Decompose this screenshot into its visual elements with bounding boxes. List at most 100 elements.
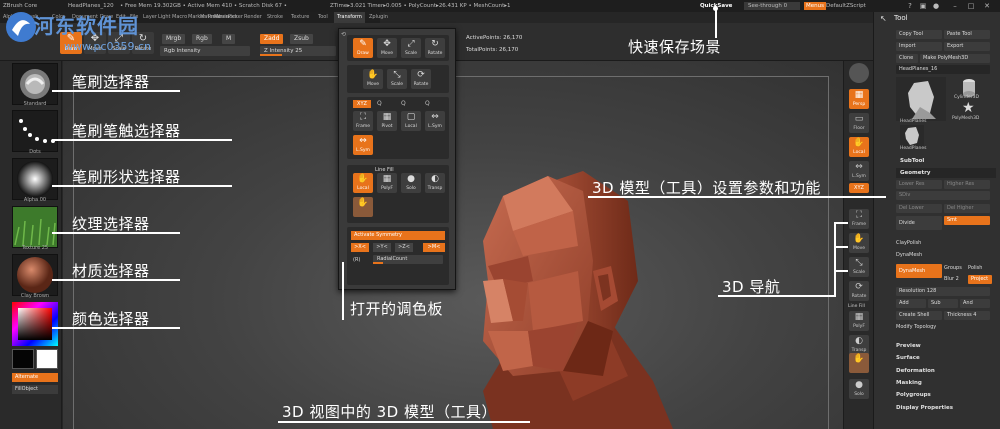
geometry-section[interactable]: Geometry (896, 168, 996, 178)
nav-ghost-button[interactable]: ✋ (849, 353, 869, 373)
surface-section[interactable]: Surface (896, 355, 920, 361)
create-shell-button[interactable]: Create Shell (896, 311, 942, 320)
material-ball-icon[interactable] (849, 63, 869, 83)
display-properties-section[interactable]: Display Properties (896, 405, 953, 411)
del-lower-button[interactable]: Del Lower (896, 204, 942, 213)
nav-scale-button[interactable]: ⤡ Scale (849, 257, 869, 277)
groups-toggle[interactable]: Groups (944, 265, 962, 271)
palette-draw-button[interactable]: ✎ Draw (353, 38, 373, 58)
del-higher-button[interactable]: Del Higher (944, 204, 990, 213)
smt-toggle[interactable]: Smt (944, 216, 990, 225)
polymesh-star-icon[interactable]: ★ (962, 101, 975, 115)
zadd-button[interactable]: Zadd (260, 34, 284, 44)
floor-local-button[interactable]: ✋ Local (353, 173, 373, 193)
nav-transp-button[interactable]: ◐ Transp (849, 335, 869, 355)
gizmo-scale-button[interactable]: ⤡ Scale (387, 69, 407, 89)
deformation-section[interactable]: Deformation (896, 368, 935, 374)
stroke-thumbnail[interactable] (12, 110, 58, 152)
palette-icon[interactable]: ● (932, 2, 940, 10)
palette-scale-button[interactable]: ⤢ Scale (401, 38, 421, 58)
project-toggle[interactable]: Project (968, 275, 992, 284)
menu-preferences[interactable]: Preferences (208, 12, 237, 23)
lsym-button[interactable]: ⇔ L.Sym (425, 111, 445, 131)
fillobject-button[interactable]: FillObject (12, 385, 58, 394)
axis-r-icon[interactable]: Q (401, 100, 406, 107)
primary-color-swatch[interactable] (12, 349, 34, 369)
mrgb-button[interactable]: Mrgb (162, 34, 186, 44)
nav-frame-button[interactable]: ⛶ Frame (849, 209, 869, 229)
rgb-intensity-slider[interactable]: Rgb Intensity (160, 46, 250, 56)
help-icon[interactable]: ? (906, 2, 914, 10)
head-model[interactable] (453, 171, 673, 429)
pivot-button[interactable]: ▦ Pivot (377, 111, 397, 131)
make-polymesh-button[interactable]: Make PolyMesh3D (920, 54, 990, 63)
axis-s-icon[interactable]: Q (425, 100, 430, 107)
subtool-section[interactable]: SubTool (896, 156, 996, 166)
lsym-toggle[interactable]: ⇔ L.Sym (353, 135, 373, 155)
blur-slider[interactable]: Blur 2 (944, 276, 959, 282)
minimize-icon[interactable]: – (951, 2, 959, 10)
lower-res-button[interactable]: Lower Res (896, 180, 942, 189)
palette-move-button[interactable]: ✥ Move (377, 38, 397, 58)
import-button[interactable]: Import (896, 42, 942, 51)
clone-button[interactable]: Clone (896, 54, 918, 63)
menu-zplugin[interactable]: Zplugin (369, 12, 388, 23)
secondary-color-swatch[interactable] (36, 349, 58, 369)
alpha-thumbnail[interactable] (12, 158, 58, 200)
brush-thumbnail[interactable] (12, 63, 58, 105)
solo-button[interactable]: ● Solo (401, 173, 421, 193)
menu-tool[interactable]: Tool (318, 12, 328, 23)
nav-polyf-button[interactable]: ▦ PolyF (849, 311, 869, 331)
claypolish-section[interactable]: ClayPolish (896, 240, 921, 246)
divide-button[interactable]: Divide (896, 216, 942, 230)
local-button[interactable]: ▢ Local (401, 111, 421, 131)
layout-icon[interactable]: ▣ (919, 2, 927, 10)
and-button[interactable]: And (960, 299, 990, 308)
polish-toggle[interactable]: Polish (968, 265, 982, 271)
gizmo-move-button[interactable]: ✋ Move (363, 69, 383, 89)
thickness-slider[interactable]: Thickness 4 (944, 311, 990, 320)
menu-stroke[interactable]: Stroke (267, 12, 283, 23)
higher-res-button[interactable]: Higher Res (944, 180, 990, 189)
menu-macro[interactable]: Macro (172, 12, 187, 23)
rgb-button[interactable]: Rgb (192, 34, 212, 44)
sym-y-button[interactable]: >Y< (373, 243, 391, 252)
xyz-toggle[interactable]: XYZ (353, 100, 371, 108)
copy-tool-button[interactable]: Copy Tool (896, 30, 942, 39)
maximize-icon[interactable]: □ (967, 2, 975, 10)
gizmo-rotate-button[interactable]: ⟳ Rotate (411, 69, 431, 89)
radial-toggle[interactable]: (R) (353, 257, 360, 263)
menu-texture[interactable]: Texture (291, 12, 309, 23)
masking-section[interactable]: Masking (896, 380, 922, 386)
tool-thumb-headplanes-2[interactable] (900, 125, 924, 147)
color-picker[interactable] (12, 302, 58, 346)
menu-light[interactable]: Light (158, 12, 170, 23)
material-thumbnail[interactable] (12, 254, 58, 296)
m-button[interactable]: M (222, 34, 236, 44)
sdiv-slider[interactable]: SDiv (896, 191, 990, 200)
dynamesh-section[interactable]: DynaMesh (896, 252, 922, 258)
nav-move-button[interactable]: ✋ Move (849, 233, 869, 253)
export-button[interactable]: Export (944, 42, 990, 51)
activate-symmetry-button[interactable]: Activate Symmetry (351, 231, 445, 240)
resolution-slider[interactable]: Resolution 128 (896, 287, 990, 296)
menu-render[interactable]: Render (244, 12, 262, 23)
sym-m-button[interactable]: >M< (423, 243, 445, 252)
sym-x-button[interactable]: >X< (351, 243, 369, 252)
menu-layer[interactable]: Layer (143, 12, 157, 23)
nav-local-button[interactable]: ✋ Local (849, 137, 869, 157)
palette-rotate-button[interactable]: ↻ Rotate (425, 38, 445, 58)
axis-q-icon[interactable]: Q (377, 100, 382, 107)
tool-panel-pin-icon[interactable]: ↖ (880, 14, 887, 23)
nav-floor-button[interactable]: ▭ Floor (849, 113, 869, 133)
polygroups-section[interactable]: Polygroups (896, 392, 931, 398)
menu-transform[interactable]: Transform (334, 12, 365, 23)
modify-topology-section[interactable]: Modify Topology (896, 324, 936, 330)
sym-z-button[interactable]: >Z< (395, 243, 413, 252)
texture-thumbnail[interactable] (12, 206, 58, 248)
nav-xyz-toggle[interactable]: XYZ (849, 183, 869, 193)
tool-thumb-headplanes[interactable] (896, 77, 946, 121)
nav-lsym-button[interactable]: ⇔ L.Sym (849, 161, 869, 181)
close-icon[interactable]: ✕ (983, 2, 991, 10)
sub-button[interactable]: Sub (928, 299, 958, 308)
